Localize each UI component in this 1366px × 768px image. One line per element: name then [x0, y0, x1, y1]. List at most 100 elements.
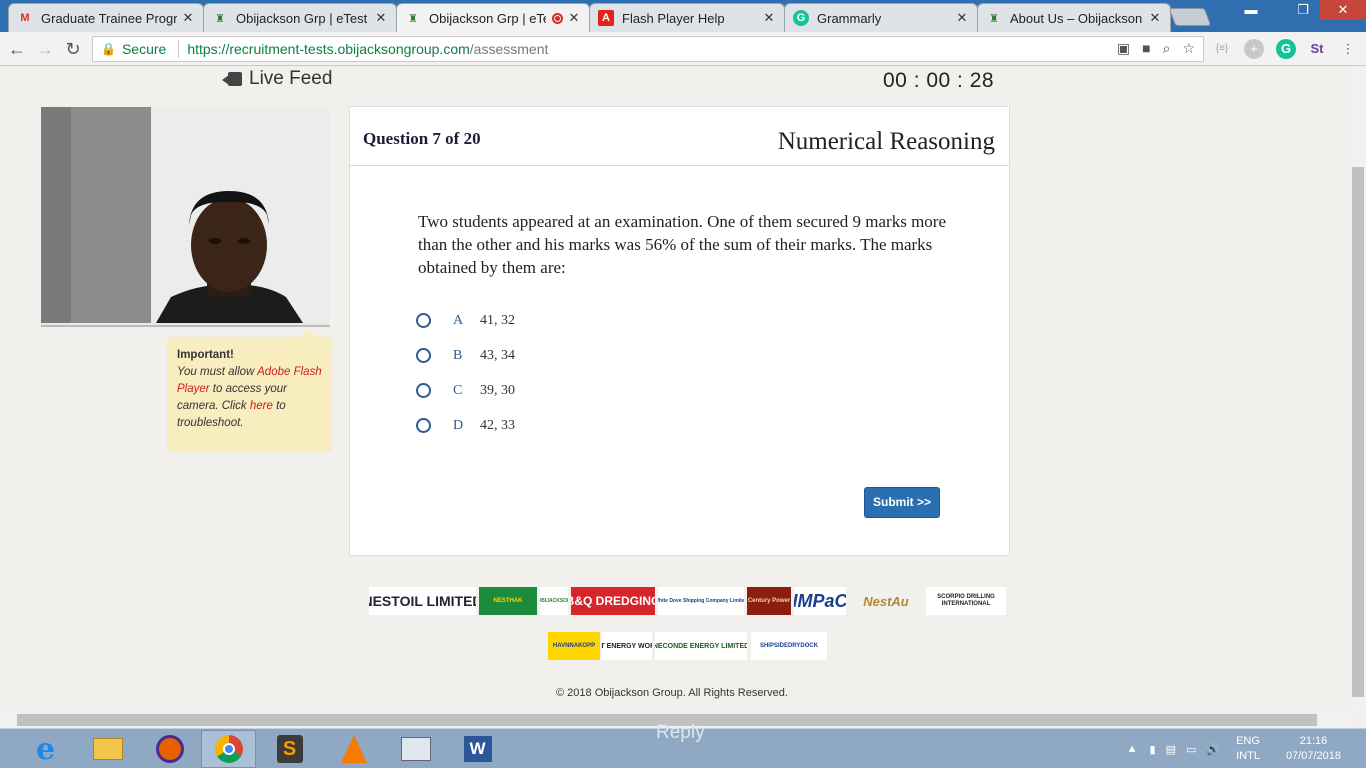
- tab-label: Obijackson Grp | eTest Po: [236, 10, 370, 26]
- language-indicator[interactable]: ENG INTL: [1236, 734, 1260, 764]
- grammarly-icon: G: [793, 10, 809, 26]
- option-letter: B: [453, 347, 463, 363]
- submit-button[interactable]: Submit >>: [864, 487, 940, 518]
- answer-options: A 41, 32 B 43, 34 C 39, 30 D 42, 33: [416, 303, 515, 443]
- system-monitor-icon[interactable]: [388, 730, 443, 768]
- tab-label: Flash Player Help: [622, 10, 725, 26]
- question-header: Question 7 of 20 Numerical Reasoning: [350, 107, 1009, 166]
- scrollbar-thumb[interactable]: [1352, 167, 1364, 697]
- system-tray: ▲ ▮ ▤ ▭ 🔊 ENG INTL 21:16 07/07/2018: [1127, 729, 1366, 768]
- forward-icon[interactable]: →: [34, 38, 56, 60]
- extension-grammarly-icon[interactable]: G: [1276, 39, 1296, 59]
- network-icon[interactable]: ▤: [1166, 743, 1176, 756]
- tab-flash-help[interactable]: A Flash Player Help ✕: [589, 3, 785, 32]
- tab-label: About Us – Obijackson Fo: [1010, 10, 1144, 26]
- camera-icon[interactable]: ■: [1142, 40, 1150, 57]
- sponsor-scorpio-logo: SCORPIO DRILLING INTERNATIONAL: [926, 587, 1006, 615]
- vlc-icon[interactable]: [326, 730, 381, 768]
- tab-label: Grammarly: [817, 10, 882, 26]
- sponsor-ewt-logo: EWT ENERGY WORKS: [602, 632, 652, 660]
- volume-icon[interactable]: 🔊: [1206, 743, 1220, 756]
- windows-taskbar: Reply e S W ▲ ▮ ▤ ▭ 🔊 ENG INTL 21:16 07/…: [0, 722, 1366, 768]
- option-c[interactable]: C 39, 30: [416, 373, 515, 408]
- reload-icon[interactable]: ↻: [62, 38, 84, 60]
- battery-icon[interactable]: ▮: [1150, 743, 1156, 756]
- sponsor-nestau-logo: NestAu: [849, 587, 923, 615]
- close-icon[interactable]: ✕: [374, 10, 388, 26]
- extension-json-icon[interactable]: {≡}: [1212, 39, 1232, 59]
- question-text: Two students appeared at an examination.…: [418, 212, 946, 277]
- vertical-scrollbar[interactable]: [1350, 67, 1366, 712]
- tab-about-us[interactable]: ♜ About Us – Obijackson Fo ✕: [977, 3, 1171, 32]
- radio-button[interactable]: [416, 383, 431, 398]
- internet-explorer-icon[interactable]: e: [18, 730, 73, 768]
- adobe-icon: A: [598, 10, 614, 26]
- clock[interactable]: 21:16 07/07/2018: [1286, 734, 1341, 764]
- troubleshoot-link[interactable]: here: [250, 400, 273, 412]
- divider: [178, 40, 180, 58]
- option-letter: C: [453, 382, 463, 398]
- question-panel: Question 7 of 20 Numerical Reasoning Two…: [349, 106, 1010, 556]
- sponsor-neconde-logo: NECONDE ENERGY LIMITED: [655, 632, 747, 660]
- close-icon[interactable]: ✕: [1148, 10, 1162, 26]
- sponsor-shipside-logo: SHIPSIDEDRYDOCK: [751, 632, 827, 660]
- tab-strip: M Graduate Trainee Program ✕ ♜ Obijackso…: [0, 0, 1366, 32]
- tab-etest-active[interactable]: ♜ Obijackson Grp | eTes ✕: [396, 3, 590, 32]
- clock-date: 07/07/2018: [1285, 750, 1341, 762]
- tab-label: Obijackson Grp | eTes: [429, 10, 546, 26]
- word-icon[interactable]: W: [450, 730, 505, 768]
- minimize-button[interactable]: ▬: [1236, 0, 1266, 20]
- extension-plus-icon[interactable]: +: [1244, 39, 1264, 59]
- sponsor-nesthak-logo: NESTHAK: [479, 587, 537, 615]
- sponsor-whitedove-logo: White Dove Shipping Company Limited: [658, 587, 744, 615]
- bookmark-star-icon[interactable]: ☆: [1182, 40, 1195, 57]
- obijackson-icon: ♜: [989, 12, 999, 25]
- option-b[interactable]: B 43, 34: [416, 338, 515, 373]
- question-category: Numerical Reasoning: [777, 128, 995, 155]
- countdown-timer: 00 : 00 : 28: [883, 69, 995, 92]
- tab-graduate-trainee[interactable]: M Graduate Trainee Program ✕: [8, 3, 204, 32]
- live-feed-label: Live Feed: [249, 68, 333, 89]
- menu-icon[interactable]: ⋮: [1338, 39, 1358, 59]
- extension-st-icon[interactable]: St: [1307, 39, 1327, 59]
- option-a[interactable]: A 41, 32: [416, 303, 515, 338]
- option-value: 39, 30: [480, 382, 515, 398]
- lang-code: ENG: [1236, 735, 1260, 747]
- close-icon[interactable]: ✕: [762, 10, 776, 26]
- close-icon[interactable]: ✕: [181, 10, 195, 26]
- firefox-icon[interactable]: [142, 730, 197, 768]
- obijackson-icon: ♜: [215, 12, 225, 25]
- important-notice: Important! You must allow Adobe Flash Pl…: [167, 329, 332, 451]
- address-bar[interactable]: 🔒 Secure https://recruitment-tests.obija…: [92, 36, 1204, 62]
- option-d[interactable]: D 42, 33: [416, 408, 515, 443]
- tray-expand-icon[interactable]: ▲: [1127, 743, 1138, 755]
- tab-etest-1[interactable]: ♜ Obijackson Grp | eTest Po ✕: [203, 3, 397, 32]
- close-icon[interactable]: ✕: [567, 10, 581, 26]
- sublime-text-icon[interactable]: S: [262, 730, 317, 768]
- live-feed-heading: Live Feed: [222, 68, 332, 90]
- obijackson-icon: ♜: [408, 12, 418, 25]
- close-icon[interactable]: ✕: [955, 10, 969, 26]
- sponsor-bq-logo: B&Q DREDGING: [571, 587, 655, 615]
- notice-text-1: You must allow: [177, 366, 258, 378]
- zoom-icon[interactable]: ⌕: [1163, 40, 1171, 57]
- gmail-icon: M: [20, 12, 30, 24]
- radio-button[interactable]: [416, 313, 431, 328]
- sponsor-obijackson-logo: OBIJACKSON: [540, 587, 568, 615]
- browser-toolbar: ← → ↻ 🔒 Secure https://recruitment-tests…: [0, 32, 1366, 66]
- notice-arrow: [300, 329, 316, 337]
- back-icon[interactable]: ←: [6, 38, 28, 60]
- webcam-feed: [41, 107, 330, 327]
- tab-label: Graduate Trainee Program: [41, 10, 177, 26]
- radio-button[interactable]: [416, 418, 431, 433]
- file-explorer-icon[interactable]: [80, 730, 135, 768]
- new-tab-button[interactable]: [1168, 8, 1212, 26]
- window-close-button[interactable]: ✕: [1320, 0, 1366, 20]
- chrome-icon[interactable]: [201, 730, 256, 768]
- sponsor-nestoil-logo: NESTOIL LIMITED: [369, 587, 476, 615]
- restore-button[interactable]: ❐: [1288, 0, 1318, 20]
- site-settings-icon[interactable]: ▣: [1117, 40, 1130, 57]
- display-icon[interactable]: ▭: [1186, 743, 1196, 756]
- tab-grammarly[interactable]: G Grammarly ✕: [784, 3, 978, 32]
- radio-button[interactable]: [416, 348, 431, 363]
